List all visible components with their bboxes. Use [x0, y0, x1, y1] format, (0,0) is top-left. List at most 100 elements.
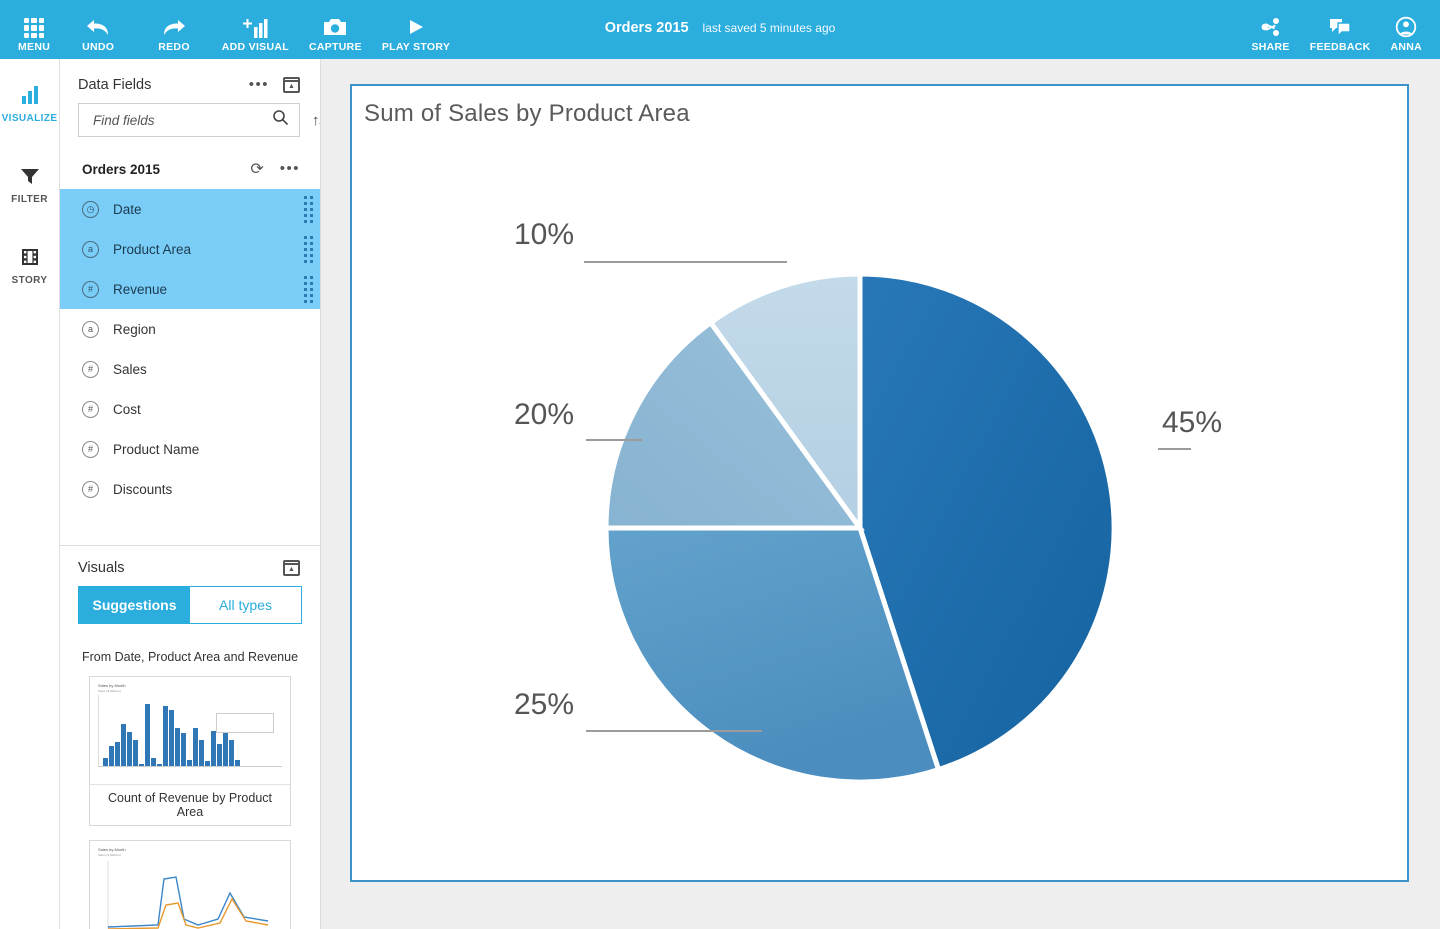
share-button[interactable]: SHARE: [1241, 0, 1299, 59]
tab-all-types[interactable]: All types: [190, 587, 301, 623]
suggestion-thumbnail-line[interactable]: Sales by Month Sales ($ Millions): [89, 840, 291, 929]
share-button-label: SHARE: [1251, 41, 1289, 53]
feedback-button-label: FEEDBACK: [1310, 41, 1371, 53]
grid-icon: [24, 12, 44, 38]
sidebar-item-story-label: STORY: [0, 275, 60, 286]
thumbnail-line-chart-preview: Sales by Month Sales ($ Millions): [90, 841, 290, 929]
sidebar-item-visualize[interactable]: VISUALIZE: [0, 73, 60, 138]
leader-line-20: [586, 439, 642, 441]
drag-handle[interactable]: [304, 269, 312, 309]
collapse-panel-icon[interactable]: [283, 560, 300, 576]
pie-label-25: 25%: [514, 688, 574, 722]
capture-button-label: CAPTURE: [309, 41, 362, 53]
dataset-actions: ⟳ •••: [250, 159, 300, 179]
number-field-icon: #: [82, 441, 99, 458]
tab-suggestions[interactable]: Suggestions: [79, 587, 190, 623]
field-item-product-area[interactable]: a Product Area: [60, 229, 320, 269]
play-story-button-label: PLAY STORY: [382, 41, 450, 53]
suggestion-thumbnail-bar[interactable]: Sales by Month Sales ($ Millions) Count …: [89, 676, 291, 826]
dataset-name: Orders 2015: [82, 162, 160, 177]
field-item-discounts[interactable]: # Discounts: [60, 469, 320, 509]
refresh-icon[interactable]: ⟳: [250, 159, 263, 179]
pie-label-45: 45%: [1162, 406, 1222, 440]
redo-arrow-icon: [161, 12, 187, 38]
suggestion-source-caption: From Date, Product Area and Revenue: [60, 624, 320, 676]
leader-line-45: [1158, 448, 1191, 450]
number-field-icon: #: [82, 361, 99, 378]
play-story-button[interactable]: PLAY STORY: [372, 0, 460, 59]
number-field-icon: #: [82, 281, 99, 298]
field-item-label: Product Name: [113, 442, 199, 457]
field-item-cost[interactable]: # Cost: [60, 389, 320, 429]
add-visual-button[interactable]: ADD VISUAL: [212, 0, 299, 59]
user-avatar-icon: [1394, 12, 1418, 38]
sidebar-item-visualize-label: VISUALIZE: [0, 113, 60, 124]
left-panel: Data Fields ••• ↑↓ Orders 2015 ⟳ ••• ◷ D…: [60, 59, 321, 929]
data-fields-header: Data Fields •••: [60, 59, 320, 103]
field-item-label: Date: [113, 202, 142, 217]
mini-line-series: [98, 859, 286, 929]
search-icon[interactable]: [272, 109, 289, 131]
field-item-product-name[interactable]: # Product Name: [60, 429, 320, 469]
camera-icon: [322, 12, 348, 38]
field-item-label: Region: [113, 322, 156, 337]
ellipsis-icon[interactable]: •••: [280, 165, 300, 173]
thumbnail-mini-subtitle: Sales ($ Millions): [98, 689, 282, 693]
share-nodes-icon: [1259, 12, 1283, 38]
menu-button-label: MENU: [18, 41, 50, 53]
sidebar-item-filter[interactable]: FILTER: [0, 154, 60, 219]
visuals-tabs: Suggestions All types: [78, 586, 302, 624]
dataset-header: Orders 2015 ⟳ •••: [60, 137, 320, 189]
visuals-section: Visuals Suggestions All types From Date,…: [60, 545, 320, 929]
speech-bubbles-icon: [1328, 12, 1352, 38]
field-item-sales[interactable]: # Sales: [60, 349, 320, 389]
last-saved-status: last saved 5 minutes ago: [703, 21, 836, 35]
redo-button[interactable]: REDO: [136, 0, 212, 59]
field-item-label: Revenue: [113, 282, 167, 297]
field-item-label: Cost: [113, 402, 141, 417]
drag-handle[interactable]: [304, 229, 312, 269]
menu-button[interactable]: MENU: [8, 0, 60, 59]
drag-handle[interactable]: [304, 189, 312, 229]
pie-label-20: 20%: [514, 398, 574, 432]
field-item-revenue[interactable]: # Revenue: [60, 269, 320, 309]
user-account-button[interactable]: ANNA: [1380, 0, 1432, 59]
data-fields-header-actions: •••: [249, 77, 300, 93]
field-item-label: Sales: [113, 362, 147, 377]
redo-button-label: REDO: [158, 41, 190, 53]
thumbnail-bar-chart-preview: Sales by Month Sales ($ Millions): [90, 677, 290, 784]
visual-card[interactable]: Sum of Sales by Product Area: [350, 84, 1409, 882]
undo-button-label: UNDO: [82, 41, 114, 53]
add-chart-icon: [242, 12, 268, 38]
sidebar-item-story[interactable]: STORY: [0, 235, 60, 300]
undo-button[interactable]: UNDO: [60, 0, 136, 59]
field-item-label: Discounts: [113, 482, 172, 497]
feedback-button[interactable]: FEEDBACK: [1300, 0, 1381, 59]
search-input[interactable]: [93, 113, 272, 128]
field-item-date[interactable]: ◷ Date: [60, 189, 320, 229]
pie-chart[interactable]: 10% 20% 45% 25%: [352, 86, 1407, 880]
collapse-panel-icon[interactable]: [283, 77, 300, 93]
pie-chart-svg[interactable]: [352, 86, 1407, 880]
capture-button[interactable]: CAPTURE: [299, 0, 372, 59]
field-item-region[interactable]: a Region: [60, 309, 320, 349]
search-input-wrapper[interactable]: [78, 103, 300, 137]
number-field-icon: #: [82, 481, 99, 498]
sort-arrows-icon[interactable]: ↑↓: [312, 112, 321, 129]
top-toolbar: MENU UNDO REDO A: [0, 0, 1440, 59]
thumbnail-tooltip: [216, 713, 274, 733]
data-fields-title: Data Fields: [78, 77, 151, 93]
play-icon: [404, 12, 428, 38]
find-fields-row: ↑↓: [60, 103, 320, 137]
visuals-header: Visuals: [60, 546, 320, 580]
text-field-icon: a: [82, 241, 99, 258]
funnel-icon: [0, 164, 60, 188]
film-strip-icon: [0, 245, 60, 269]
leader-line-10: [584, 261, 787, 263]
bar-chart-icon: [0, 83, 60, 107]
add-visual-button-label: ADD VISUAL: [222, 41, 289, 53]
ellipsis-icon[interactable]: •••: [249, 81, 269, 89]
canvas-area: Sum of Sales by Product Area: [321, 59, 1440, 929]
left-nav-rail: VISUALIZE FILTER STORY: [0, 59, 60, 929]
page-title: Orders 2015: [605, 20, 689, 36]
